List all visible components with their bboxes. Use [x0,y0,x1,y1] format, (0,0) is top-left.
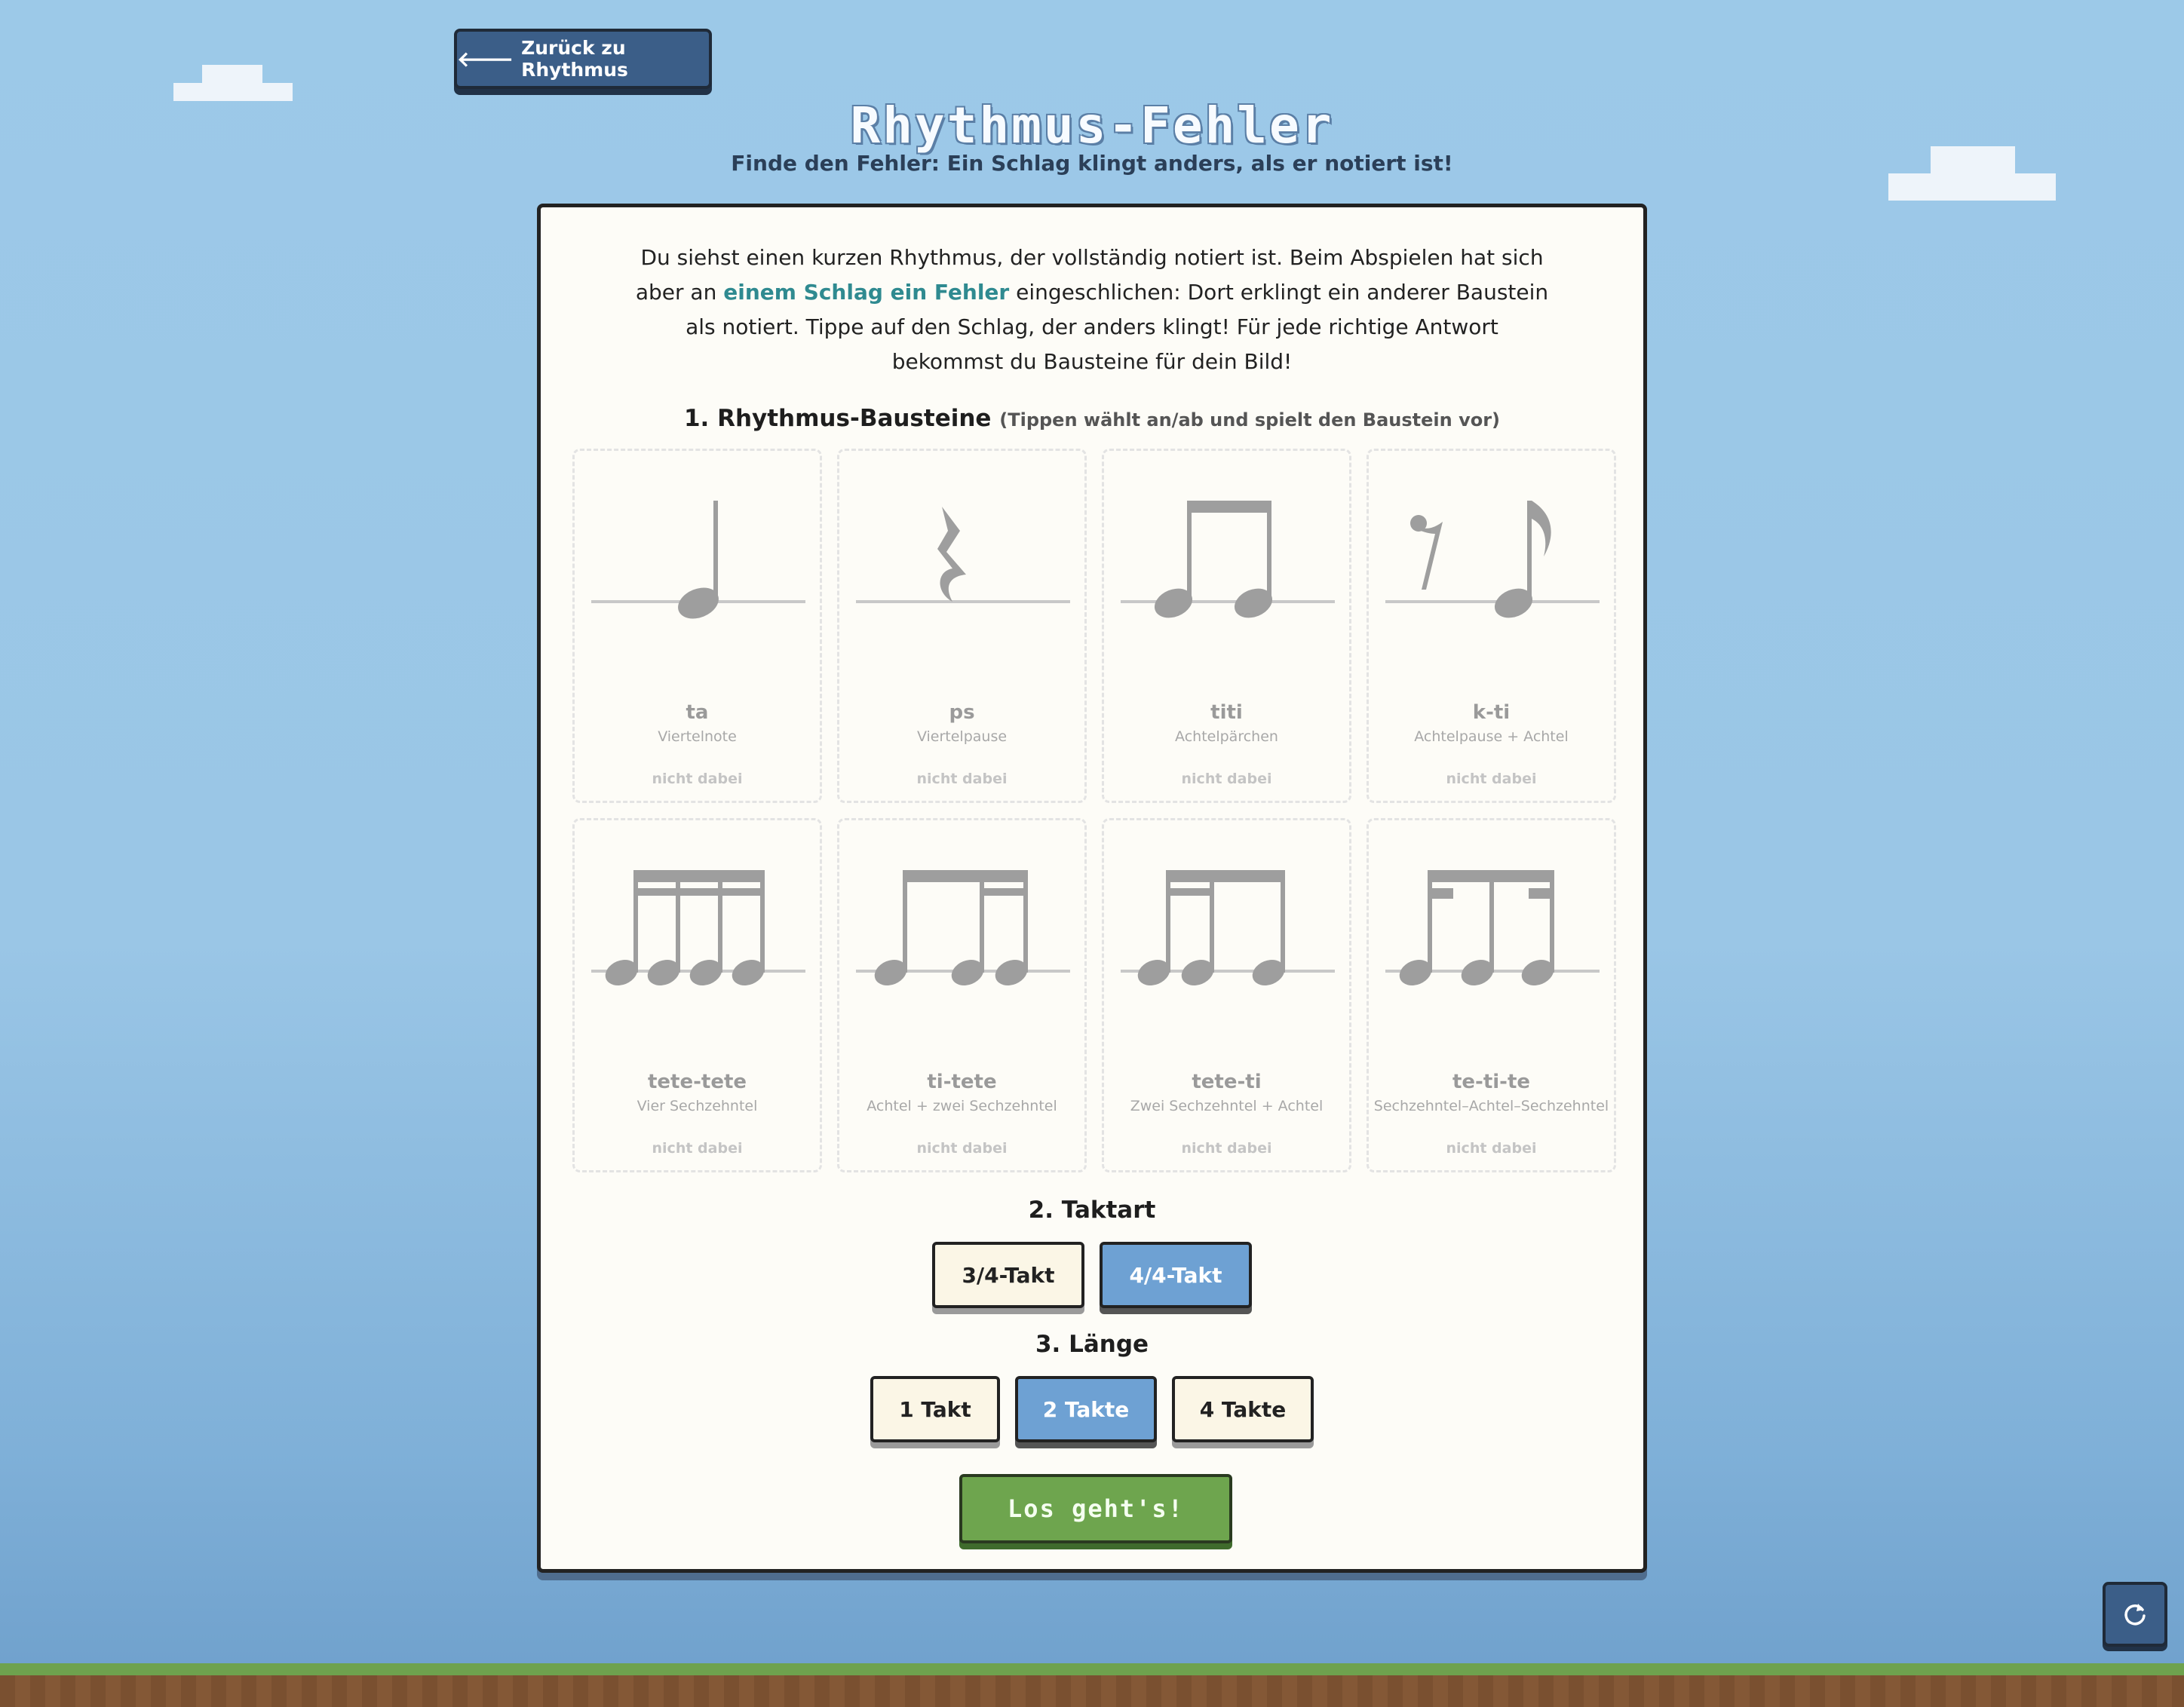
section-bausteine-heading: 1. Rhythmus-Bausteine (Tippen wählt an/a… [541,405,1643,432]
rhythm-card-name: te-ti-te [1452,1071,1531,1093]
section-laenge-title: 3. Länge [1035,1331,1149,1358]
ground-dirt [0,1675,2184,1707]
rhythm-card-titi[interactable]: titi Achtelpärchen nicht dabei [1102,449,1351,803]
rhythm-card-name: ti-tete [927,1071,997,1093]
two-sixteenths-eighth-icon [1121,870,1335,985]
refresh-button[interactable] [2103,1582,2167,1647]
option-4-takte[interactable]: 4 Takte [1172,1376,1314,1442]
rhythm-card-status: nicht dabei [916,771,1008,787]
rhythm-card-desc: Achtel + zwei Sechzehntel [867,1098,1057,1114]
rhythm-card-k-ti[interactable]: k-ti Achtelpause + Achtel nicht dabei [1367,449,1616,803]
rhythm-card-name: tete-ti [1192,1071,1262,1093]
rhythm-card-status: nicht dabei [1181,1140,1272,1157]
rhythm-card-name: k-ti [1472,701,1511,724]
eighth-rest-eighth-icon [1385,501,1600,618]
rhythm-card-desc: Achtelpause + Achtel [1414,728,1569,745]
arrow-left-icon: 🡐 [457,47,514,72]
page-title: Rhythmus-Fehler [850,97,1334,155]
start-button[interactable]: Los geht's! [959,1474,1232,1543]
rhythm-card-ta[interactable]: ta Viertelnote nicht dabei [572,449,822,803]
rhythm-card-desc: Viertelnote [658,728,737,745]
rhythm-card-desc: Vier Sechzehntel [636,1098,758,1114]
intro-text: Du siehst einen kurzen Rhythmus, der vol… [631,241,1553,379]
section-bausteine-hint: (Tippen wählt an/ab und spielt den Baust… [999,409,1501,431]
option-1-takt[interactable]: 1 Takt [870,1376,1000,1442]
page-subtitle: Finde den Fehler: Ein Schlag klingt ande… [731,151,1453,176]
back-button-label: Zurück zu Rhythmus [521,37,628,81]
rhythm-card-tete-tete[interactable]: tete-tete Vier Sechzehntel nicht dabei [572,818,822,1172]
rhythm-card-te-ti-te[interactable]: te-ti-te Sechzehntel–Achtel–Sechzehntel … [1367,818,1616,1172]
ground-grass [0,1663,2184,1675]
quarter-note-icon [591,501,805,619]
rhythm-card-desc: Zwei Sechzehntel + Achtel [1130,1098,1324,1114]
rhythm-card-desc: Viertelpause [916,728,1008,745]
rhythm-card-grid: ta Viertelnote nicht dabei ps Viertelpau… [572,449,1616,1172]
cloud-left [202,65,262,84]
quarter-rest-icon [856,507,1070,603]
section-bausteine-title: 1. Rhythmus-Bausteine [683,405,992,432]
rhythm-card-desc: Sechzehntel–Achtel–Sechzehntel [1373,1098,1609,1114]
taktart-options: 3/4-Takt 4/4-Takt [541,1242,1643,1308]
option-3-4-takt[interactable]: 3/4-Takt [932,1242,1084,1308]
intro-highlight: einem Schlag ein Fehler [723,280,1010,305]
refresh-icon [2124,1604,2146,1626]
option-2-takte[interactable]: 2 Takte [1015,1376,1157,1442]
sixteenth-eighth-sixteenth-icon [1385,870,1600,985]
eighth-pair-icon [1121,501,1335,618]
rhythm-card-status: nicht dabei [1181,771,1272,787]
rhythm-card-status: nicht dabei [916,1140,1008,1157]
rhythm-card-ti-tete[interactable]: ti-tete Achtel + zwei Sechzehntel nicht … [837,818,1087,1172]
rhythm-card-name: ta [686,701,709,724]
rhythm-card-status: nicht dabei [1446,771,1537,787]
eighth-two-sixteenths-icon [856,870,1070,985]
rhythm-card-name: tete-tete [647,1071,747,1093]
back-button[interactable]: 🡐 Zurück zu Rhythmus [454,29,712,89]
option-4-4-takt[interactable]: 4/4-Takt [1100,1242,1252,1308]
setup-panel: Du siehst einen kurzen Rhythmus, der vol… [537,204,1647,1573]
rhythm-card-status: nicht dabei [652,1140,743,1157]
rhythm-card-tete-ti[interactable]: tete-ti Zwei Sechzehntel + Achtel nicht … [1102,818,1351,1172]
rhythm-card-name: ps [949,701,975,724]
section-taktart-title: 2. Taktart [1028,1197,1156,1224]
rhythm-card-desc: Achtelpärchen [1175,728,1278,745]
rhythm-card-name: titi [1210,701,1243,724]
rhythm-card-status: nicht dabei [652,771,743,787]
rhythm-card-ps[interactable]: ps Viertelpause nicht dabei [837,449,1087,803]
laenge-options: 1 Takt 2 Takte 4 Takte [541,1376,1643,1442]
cloud-right-base [1888,173,2056,201]
four-sixteenths-icon [591,870,805,985]
rhythm-card-status: nicht dabei [1446,1140,1537,1157]
